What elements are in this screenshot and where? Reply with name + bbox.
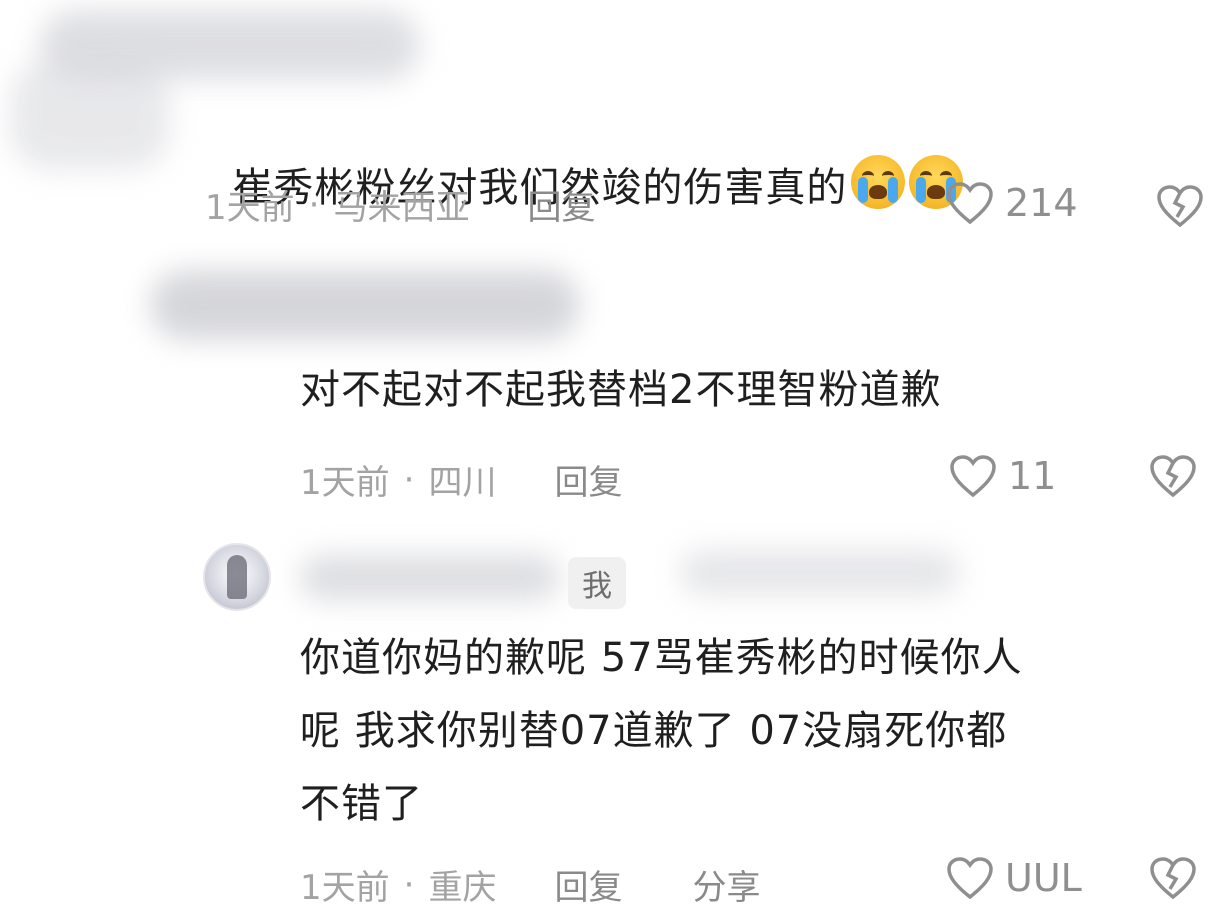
loudly-crying-face-icon xyxy=(851,155,906,209)
meta-separator: · xyxy=(403,864,415,905)
comment-3-reply-button[interactable]: 回复 xyxy=(554,860,622,909)
comment-3-location: 重庆 xyxy=(428,868,497,908)
broken-heart-icon[interactable] xyxy=(1148,855,1198,901)
comment-2-text: 对不起对不起我替档2不理智粉道歉 xyxy=(300,367,942,413)
blurred-username-3 xyxy=(300,555,560,600)
comment-3-text: 你道你妈的歉呢 57骂崔秀彬的时候你人 呢 我求你别替07道歉了 07没扇死你都… xyxy=(300,635,1023,827)
comment-1-location: 马来西亚 xyxy=(333,188,470,228)
avatar[interactable] xyxy=(203,543,271,611)
comment-2-meta: 1天前 · 四川 回复 xyxy=(300,455,622,504)
comment-1-like-button[interactable]: 214 xyxy=(945,180,1078,226)
comment-3-meta: 1天前 · 重庆 回复 分享 xyxy=(300,860,760,909)
comment-1-time: 1天前 xyxy=(205,188,295,228)
comment-2-like-count: 11 xyxy=(1008,454,1057,498)
comment-3-like-count: UUL xyxy=(1005,856,1082,900)
blurred-reply-target xyxy=(680,550,960,595)
comment-1-reply-button[interactable]: 回复 xyxy=(527,180,595,229)
comment-2-time: 1天前 xyxy=(300,463,390,503)
comment-2-location: 四川 xyxy=(428,463,497,503)
comment-1-meta: 1天前 · 马来西亚 回复 xyxy=(205,180,595,229)
comment-3-like-button[interactable]: UUL xyxy=(945,855,1082,901)
broken-heart-icon[interactable] xyxy=(1155,183,1205,229)
blurred-avatar-1 xyxy=(10,60,170,170)
heart-icon xyxy=(947,182,993,225)
blurred-username-2 xyxy=(150,270,580,340)
heart-icon xyxy=(947,857,993,900)
meta-separator: · xyxy=(403,459,415,500)
comment-2-like-button[interactable]: 11 xyxy=(948,453,1056,499)
comment-2-reply-button[interactable]: 回复 xyxy=(554,455,622,504)
comment-3-time: 1天前 xyxy=(300,868,390,908)
self-badge: 我 xyxy=(568,557,626,609)
comment-1-like-count: 214 xyxy=(1005,181,1078,225)
meta-separator: · xyxy=(308,184,320,225)
broken-heart-icon[interactable] xyxy=(1148,453,1198,499)
heart-icon xyxy=(950,455,996,498)
comment-3-share-button[interactable]: 分享 xyxy=(692,860,760,909)
